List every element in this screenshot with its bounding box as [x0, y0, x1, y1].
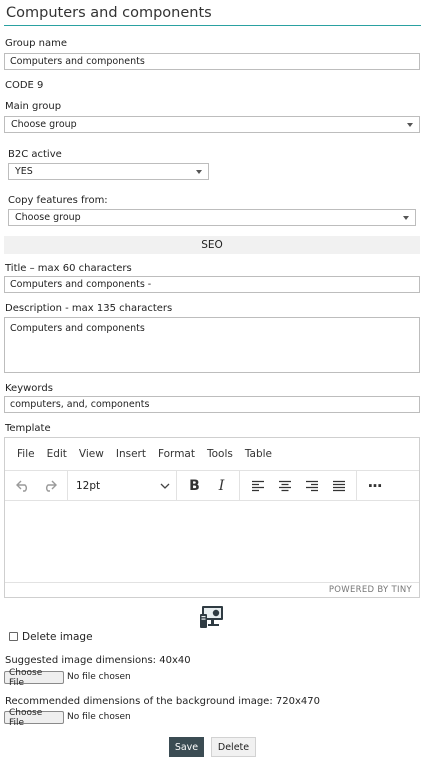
chevron-down-icon	[196, 169, 202, 174]
align-left-icon[interactable]	[244, 474, 271, 498]
font-size-group: 12pt	[68, 471, 177, 500]
keywords-input[interactable]: computers, and, components	[4, 396, 420, 413]
image-choose-file-button[interactable]: Choose File	[4, 668, 64, 688]
computer-icon	[199, 605, 225, 629]
menu-file[interactable]: File	[11, 448, 41, 460]
editor-statusbar: POWERED BY TINY	[5, 582, 419, 597]
group-name-label: Group name	[5, 38, 67, 49]
bg-choose-file-button[interactable]: Choose File	[4, 708, 64, 728]
align-justify-icon[interactable]	[325, 474, 352, 498]
menu-format[interactable]: Format	[152, 448, 201, 460]
main-group-value: Choose group	[11, 119, 77, 130]
main-group-select[interactable]: Choose group	[4, 116, 420, 133]
save-button[interactable]: Save	[169, 737, 204, 757]
seo-title-label: Title – max 60 characters	[5, 263, 132, 274]
description-textarea[interactable]: Computers and components	[4, 317, 420, 373]
italic-icon[interactable]: I	[208, 474, 235, 498]
font-size-select[interactable]: 12pt	[68, 480, 176, 492]
group-name-input[interactable]: Computers and components	[4, 53, 420, 70]
more-group: ···	[357, 471, 392, 500]
delete-button[interactable]: Delete	[211, 737, 256, 757]
image-file-status: No file chosen	[67, 672, 131, 682]
format-group: B I	[177, 471, 240, 500]
seo-section-header: SEO	[4, 236, 420, 254]
main-group-label: Main group	[5, 101, 62, 112]
bg-file-status: No file chosen	[67, 712, 131, 722]
page-title: Computers and components	[6, 5, 212, 21]
align-group	[240, 471, 357, 500]
b2c-select[interactable]: YES	[8, 163, 209, 180]
align-right-icon[interactable]	[298, 474, 325, 498]
undo-icon[interactable]	[9, 474, 36, 498]
bold-icon[interactable]: B	[181, 474, 208, 498]
editor-menubar: File Edit View Insert Format Tools Table	[5, 438, 419, 470]
history-group	[5, 471, 68, 500]
redo-icon[interactable]	[36, 474, 63, 498]
menu-view[interactable]: View	[73, 448, 110, 460]
font-size-value: 12pt	[76, 479, 101, 492]
copy-features-value: Choose group	[15, 212, 81, 223]
copy-features-label: Copy features from:	[8, 195, 108, 206]
title-underline	[4, 25, 421, 26]
code-text: CODE 9	[5, 80, 44, 91]
seo-title-input[interactable]: Computers and components -	[4, 276, 420, 293]
chevron-down-icon	[407, 122, 413, 127]
menu-table[interactable]: Table	[239, 448, 278, 460]
b2c-value: YES	[15, 166, 33, 177]
menu-tools[interactable]: Tools	[201, 448, 239, 460]
recommended-bg-text: Recommended dimensions of the background…	[5, 696, 320, 707]
more-icon[interactable]: ···	[361, 474, 388, 498]
keywords-label: Keywords	[5, 383, 53, 394]
delete-image-label: Delete image	[22, 631, 93, 643]
align-center-icon[interactable]	[271, 474, 298, 498]
copy-features-select[interactable]: Choose group	[8, 209, 416, 226]
editor-content-area[interactable]	[5, 501, 419, 583]
delete-image-checkbox[interactable]	[9, 632, 18, 641]
menu-insert[interactable]: Insert	[110, 448, 152, 460]
suggested-dimensions-text: Suggested image dimensions: 40x40	[5, 655, 191, 666]
description-label: Description - max 135 characters	[5, 303, 173, 314]
b2c-label: B2C active	[8, 149, 62, 160]
rich-text-editor: File Edit View Insert Format Tools Table…	[4, 437, 420, 598]
chevron-down-icon	[160, 483, 170, 489]
powered-by-link[interactable]: POWERED BY TINY	[329, 585, 412, 595]
menu-edit[interactable]: Edit	[41, 448, 73, 460]
template-label: Template	[5, 423, 51, 434]
chevron-down-icon	[403, 215, 409, 220]
editor-toolbar: 12pt B I ···	[5, 470, 419, 501]
